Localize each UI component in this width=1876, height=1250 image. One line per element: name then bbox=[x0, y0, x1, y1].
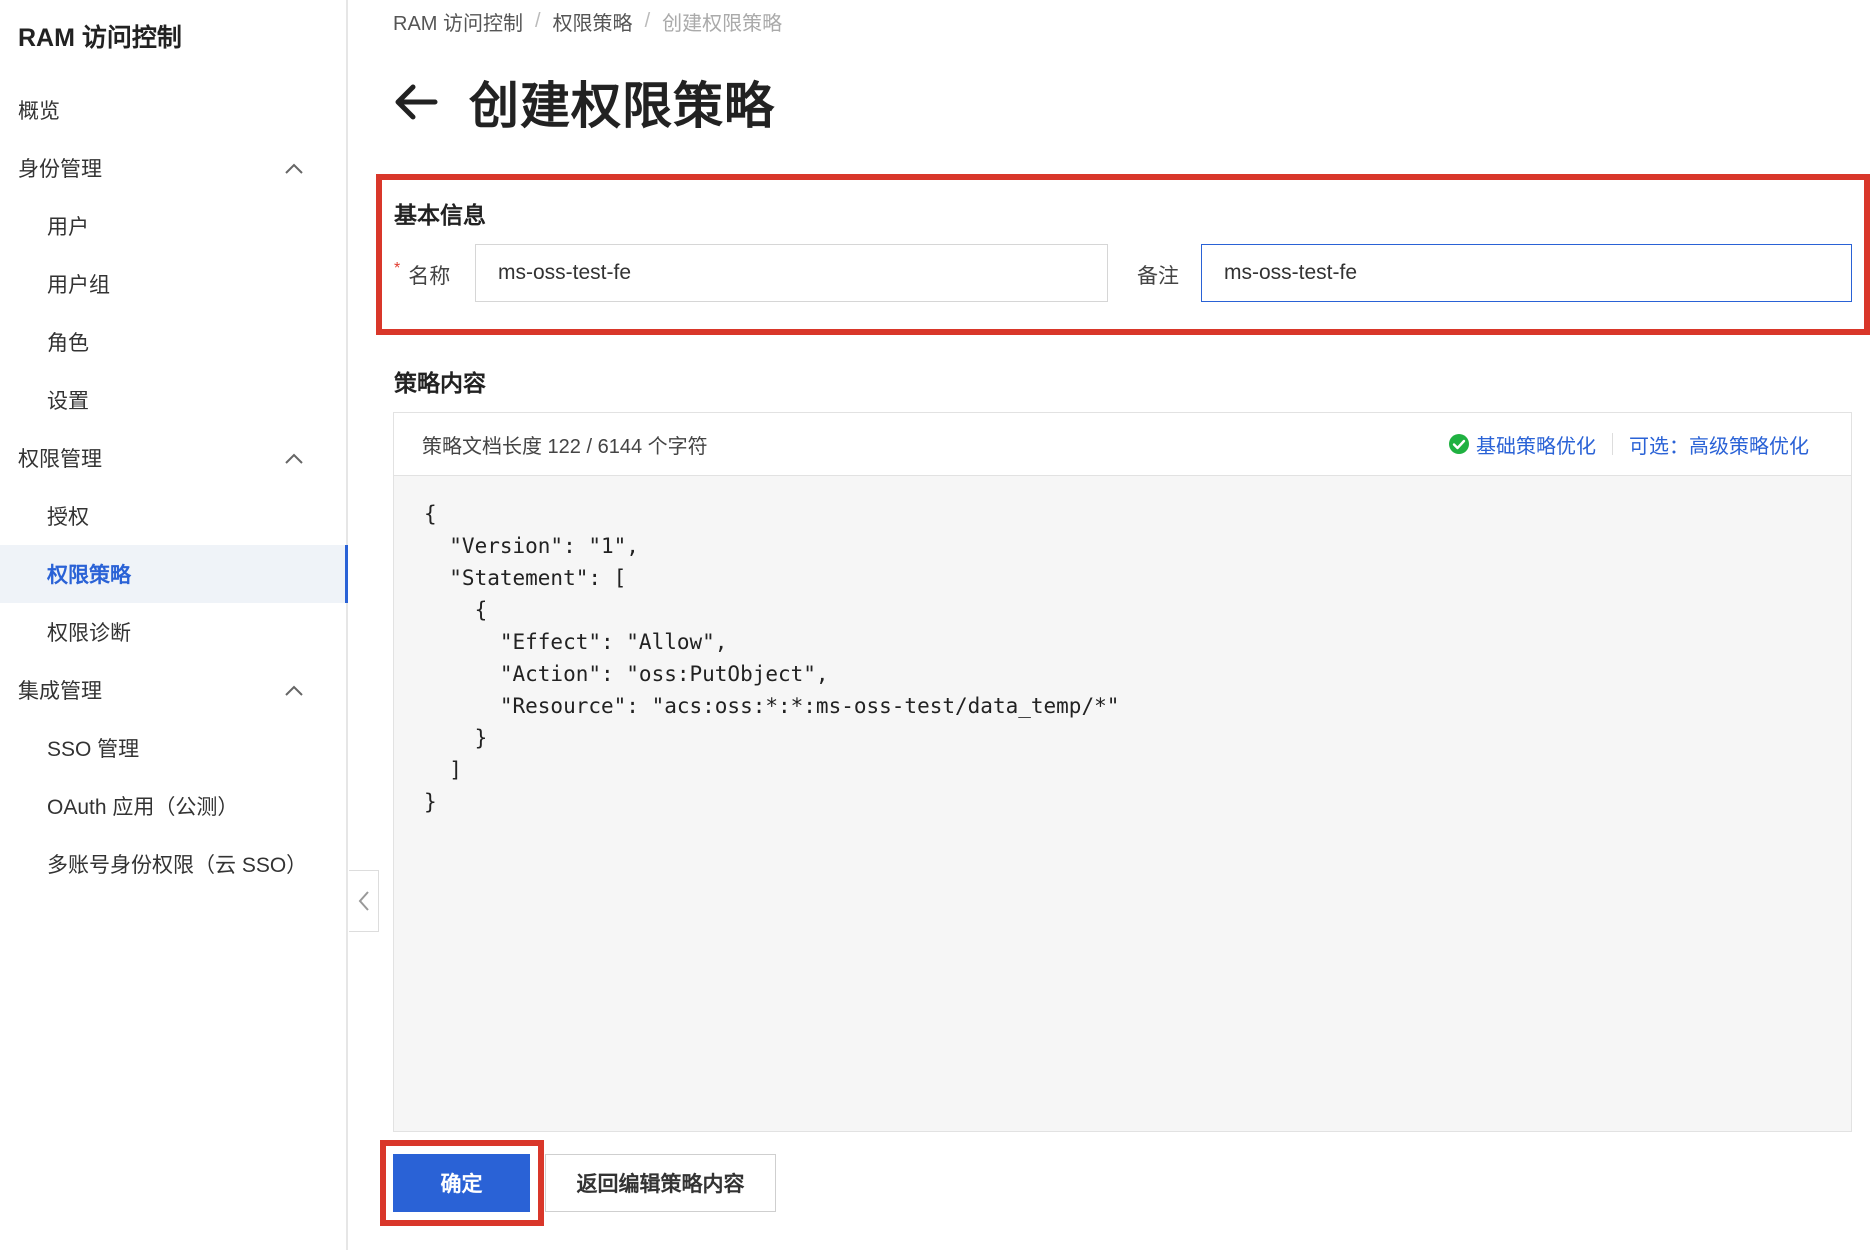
chevron-up-icon bbox=[285, 163, 303, 174]
sidebar-item-grants[interactable]: 授权 bbox=[0, 487, 346, 545]
breadcrumb-separator: / bbox=[644, 10, 651, 32]
breadcrumb-separator: / bbox=[535, 10, 541, 32]
sidebar-item-label: 身份管理 bbox=[18, 158, 102, 181]
chevron-up-icon bbox=[285, 685, 303, 696]
code-line: { bbox=[424, 502, 437, 526]
chevron-left-icon bbox=[358, 891, 369, 911]
confirm-button[interactable]: 确定 bbox=[393, 1154, 530, 1212]
basic-optimize-link[interactable]: 基础策略优化 bbox=[1476, 430, 1596, 459]
editor-links: 基础策略优化 可选：高级策略优化 bbox=[1448, 430, 1809, 459]
code-line: ] bbox=[424, 758, 462, 782]
sidebar-item-permission-diagnosis[interactable]: 权限诊断 bbox=[0, 603, 346, 661]
breadcrumb-item-policies[interactable]: 权限策略 bbox=[553, 7, 633, 36]
sidebar-collapse-button[interactable] bbox=[349, 870, 379, 932]
required-asterisk: * bbox=[394, 260, 401, 277]
sidebar-item-label: 权限管理 bbox=[18, 448, 102, 471]
sidebar: RAM 访问控制 概览 身份管理 用户 用户组 角色 设置 权限管理 授权 权限… bbox=[0, 0, 348, 1250]
note-label: 备注 bbox=[1137, 265, 1179, 288]
back-edit-button[interactable]: 返回编辑策略内容 bbox=[545, 1154, 776, 1212]
breadcrumb-item-current: 创建权限策略 bbox=[662, 13, 783, 35]
breadcrumb: RAM 访问控制 / 权限策略 / 创建权限策略 bbox=[393, 7, 782, 36]
sidebar-item-overview[interactable]: 概览 bbox=[0, 81, 346, 139]
code-line: } bbox=[424, 726, 488, 750]
note-input[interactable] bbox=[1201, 244, 1852, 302]
back-arrow-icon[interactable] bbox=[393, 79, 439, 125]
page-title: 创建权限策略 bbox=[469, 78, 775, 134]
sidebar-item-user-groups[interactable]: 用户组 bbox=[0, 255, 346, 313]
code-line: "Effect": "Allow", bbox=[424, 630, 728, 654]
sidebar-item-settings[interactable]: 设置 bbox=[0, 371, 346, 429]
section-title-policy-content: 策略内容 bbox=[394, 370, 486, 396]
code-line: "Statement": [ bbox=[424, 566, 627, 590]
doc-length: 策略文档长度 122 / 6144 个字符 bbox=[422, 435, 708, 458]
page-header: 创建权限策略 bbox=[393, 66, 775, 138]
code-line: "Resource": "acs:oss:*:*:ms-oss-test/dat… bbox=[424, 694, 1120, 718]
app-title: RAM 访问控制 bbox=[18, 24, 182, 52]
code-line: "Version": "1", bbox=[424, 534, 639, 558]
code-line: { bbox=[424, 598, 488, 622]
name-input[interactable] bbox=[475, 244, 1108, 302]
code-line: "Action": "oss:PutObject", bbox=[424, 662, 829, 686]
sidebar-item-sso[interactable]: SSO 管理 bbox=[0, 719, 346, 777]
sidebar-item-roles[interactable]: 角色 bbox=[0, 313, 346, 371]
breadcrumb-item-ram[interactable]: RAM 访问控制 bbox=[393, 7, 523, 36]
editor-header: 策略文档长度 122 / 6144 个字符 基础策略优化 可选：高级策略优化 bbox=[394, 413, 1851, 476]
name-label-text: 名称 bbox=[408, 265, 451, 288]
check-circle-icon bbox=[1449, 434, 1469, 454]
link-divider bbox=[1612, 433, 1613, 455]
sidebar-nav: 概览 身份管理 用户 用户组 角色 设置 权限管理 授权 权限策略 权限诊断 集… bbox=[0, 81, 348, 893]
name-label: * 名称 bbox=[394, 260, 450, 290]
chevron-up-icon bbox=[285, 453, 303, 464]
sidebar-item-oauth[interactable]: OAuth 应用（公测） bbox=[0, 777, 346, 835]
sidebar-item-cloud-sso[interactable]: 多账号身份权限（云 SSO） bbox=[0, 835, 346, 893]
sidebar-item-integration[interactable]: 集成管理 bbox=[0, 661, 346, 719]
code-line: } bbox=[424, 790, 437, 814]
sidebar-item-identity[interactable]: 身份管理 bbox=[0, 139, 346, 197]
sidebar-item-users[interactable]: 用户 bbox=[0, 197, 346, 255]
section-title-basic-info: 基本信息 bbox=[394, 202, 486, 228]
advanced-optimize-link[interactable]: 可选：高级策略优化 bbox=[1629, 430, 1809, 459]
sidebar-item-permission-mgmt[interactable]: 权限管理 bbox=[0, 429, 346, 487]
policy-code[interactable]: { "Version": "1", "Statement": [ { "Effe… bbox=[394, 476, 1851, 818]
sidebar-item-policies[interactable]: 权限策略 bbox=[0, 545, 348, 603]
sidebar-item-label: 集成管理 bbox=[18, 680, 102, 703]
policy-editor[interactable]: 策略文档长度 122 / 6144 个字符 基础策略优化 可选：高级策略优化 {… bbox=[393, 412, 1852, 1132]
